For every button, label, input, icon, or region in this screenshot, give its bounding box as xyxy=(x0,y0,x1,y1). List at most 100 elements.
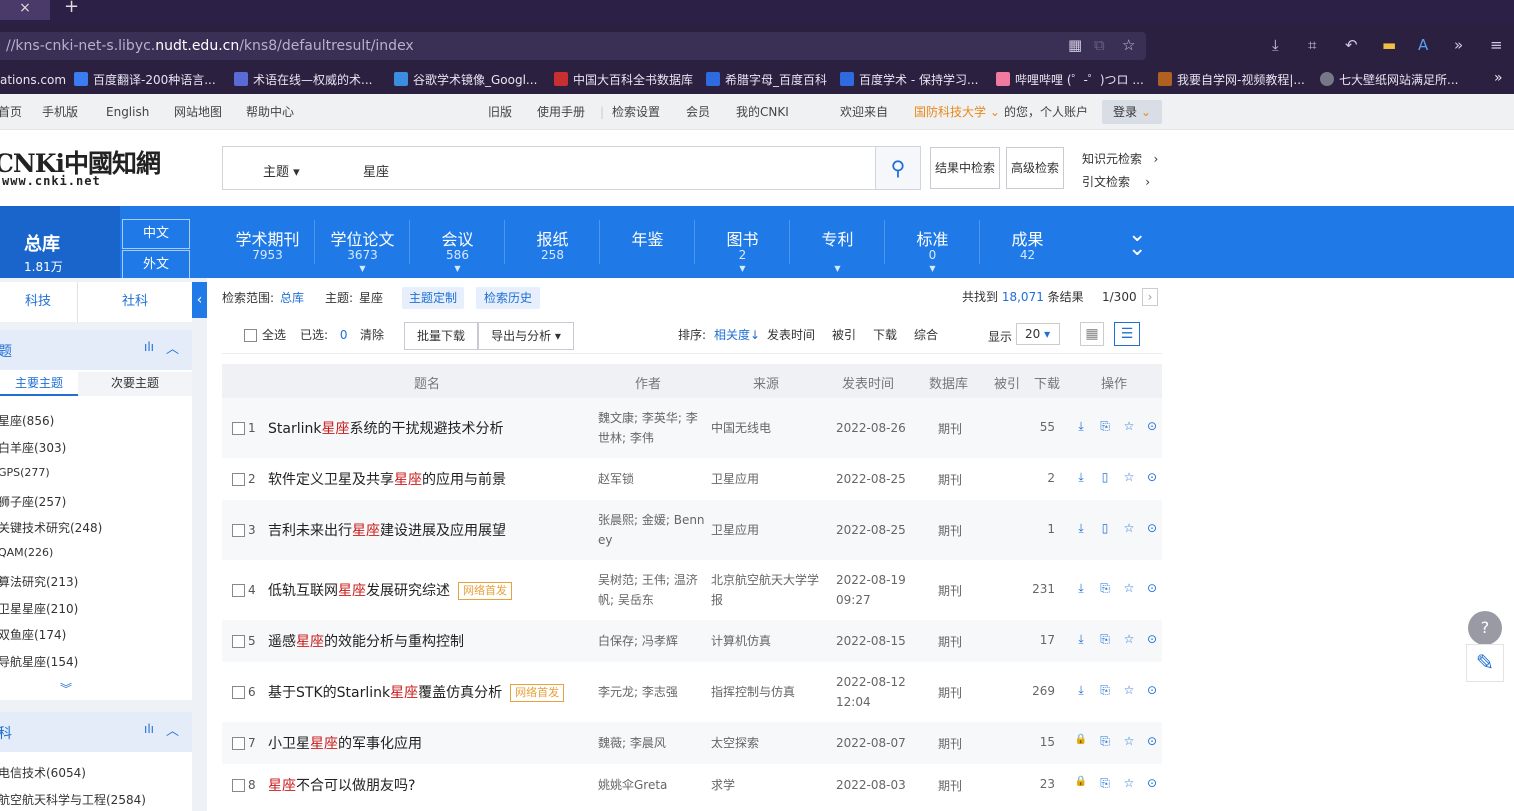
result-title-link[interactable]: Starlink星座系统的干扰规避技术分析 xyxy=(268,418,503,438)
cite-icon[interactable]: ⊙ xyxy=(1145,683,1159,697)
bookmark-item[interactable]: 百度翻译-200种语言... xyxy=(74,72,216,88)
authors[interactable]: 魏文康; 李英华; 李世林; 李伟 xyxy=(598,408,708,448)
url-input[interactable]: //kns-cnki-net-s.libyc.nudt.edu.cn/kns8/… xyxy=(0,32,1146,60)
row-checkbox[interactable] xyxy=(232,473,245,486)
grid-view-icon[interactable]: ▦ xyxy=(1080,322,1104,346)
authors[interactable]: 赵军锁 xyxy=(598,469,708,489)
facet-option[interactable]: 航空航天科学与工程(2584) xyxy=(0,791,146,808)
search-history-button[interactable]: 检索历史 xyxy=(476,287,540,309)
facet-option[interactable]: GPS(277) xyxy=(0,466,50,479)
download-count[interactable]: 23 xyxy=(1030,777,1055,791)
tab-tech[interactable]: 科技 xyxy=(0,282,76,322)
facet-option[interactable]: 狮子座(257) xyxy=(0,493,66,510)
download-icon[interactable]: ⤓ xyxy=(1074,683,1088,698)
facet-option[interactable]: QAM(226) xyxy=(0,546,53,559)
search-field-select[interactable]: 主题 ▾ xyxy=(263,161,300,180)
tab-close-icon[interactable]: × xyxy=(0,0,50,20)
bookmark-item[interactable]: 百度学术 - 保持学习... xyxy=(840,72,978,88)
qr-code-icon[interactable]: ▦ xyxy=(1068,36,1082,54)
read-book-icon[interactable]: ▯ xyxy=(1098,470,1112,484)
cite-icon[interactable]: ⊙ xyxy=(1145,581,1159,595)
batch-download-button[interactable]: 批量下载 xyxy=(404,322,478,350)
favorite-star-icon[interactable]: ☆ xyxy=(1122,683,1136,697)
col-author[interactable]: 作者 xyxy=(635,373,661,392)
chart-icon[interactable]: ılı xyxy=(144,722,154,736)
lock-icon[interactable]: 🔒 xyxy=(1074,734,1088,745)
bookmark-item[interactable]: 我要自学网-视频教程|... xyxy=(1158,72,1305,88)
login-button[interactable]: 登录 ⌄ xyxy=(1102,100,1162,124)
row-checkbox[interactable] xyxy=(232,779,245,792)
next-page-icon[interactable]: › xyxy=(1142,288,1158,306)
category-patent[interactable]: 专利 ▼ xyxy=(790,206,885,278)
new-tab-button[interactable]: + xyxy=(64,0,79,17)
category-thesis[interactable]: 学位论文 3673 ▼ xyxy=(315,206,410,278)
list-view-icon[interactable]: ☰ xyxy=(1114,322,1140,346)
col-cited[interactable]: 被引 xyxy=(994,373,1020,392)
authors[interactable]: 白保存; 冯孝辉 xyxy=(598,631,708,651)
row-checkbox[interactable] xyxy=(232,686,245,699)
nav-my-cnki[interactable]: 我的CNKI xyxy=(736,104,789,120)
result-title-link[interactable]: 遥感星座的效能分析与重构控制 xyxy=(268,631,464,651)
category-newspaper[interactable]: 报纸 258 xyxy=(505,206,600,278)
cite-icon[interactable]: ⊙ xyxy=(1145,470,1159,484)
download-icon[interactable]: ⤓ xyxy=(1074,419,1088,434)
source-link[interactable]: 太空探索 xyxy=(711,733,831,753)
row-checkbox[interactable] xyxy=(232,737,245,750)
facet-option[interactable]: 算法研究(213) xyxy=(0,573,78,590)
sort-date[interactable]: 发表时间 xyxy=(767,327,815,343)
nav-manual[interactable]: 使用手册 xyxy=(537,104,585,120)
bookmark-item[interactable]: 中国大百科全书数据库 xyxy=(554,72,693,88)
html-read-icon[interactable]: ⎘ xyxy=(1098,581,1112,596)
clear-selection-link[interactable]: 清除 xyxy=(360,327,384,343)
row-checkbox[interactable] xyxy=(232,635,245,648)
category-journal[interactable]: 学术期刊 7953 xyxy=(220,206,315,278)
facet-option[interactable]: 卫星星座(210) xyxy=(0,600,78,617)
bookmark-item[interactable]: ations.com xyxy=(0,72,66,88)
lang-foreign-button[interactable]: 外文 xyxy=(122,250,190,280)
collapse-facet-icon[interactable]: ︿ xyxy=(166,338,179,357)
result-title-link[interactable]: 软件定义卫星及共享星座的应用与前景 xyxy=(268,469,506,489)
favorite-star-icon[interactable]: ☆ xyxy=(1122,632,1136,646)
download-count[interactable]: 15 xyxy=(1030,735,1055,749)
select-all-checkbox[interactable] xyxy=(244,329,257,342)
sort-relevance[interactable]: 相关度↓ xyxy=(714,327,760,343)
col-downloads[interactable]: 下载 xyxy=(1034,373,1060,392)
html-read-icon[interactable]: ⎘ xyxy=(1098,632,1112,647)
cite-icon[interactable]: ⊙ xyxy=(1145,632,1159,646)
download-count[interactable]: 17 xyxy=(1030,633,1055,647)
row-checkbox[interactable] xyxy=(232,422,245,435)
folder-icon[interactable]: ▬ xyxy=(1382,36,1396,54)
nav-settings[interactable]: 检索设置 xyxy=(612,104,660,120)
authors[interactable]: 李元龙; 李志强 xyxy=(598,682,708,702)
result-title-link[interactable]: 基于STK的Starlink星座覆盖仿真分析 网络首发 xyxy=(268,682,565,702)
download-icon[interactable]: ⤓ xyxy=(1074,581,1088,596)
favorite-star-icon[interactable]: ☆ xyxy=(1122,734,1136,748)
html-read-icon[interactable]: ⎘ xyxy=(1098,419,1112,434)
download-count[interactable]: 231 xyxy=(1030,582,1055,596)
result-title-link[interactable]: 星座不合可以做朋友吗? xyxy=(268,775,415,795)
source-link[interactable]: 北京航空航天大学学报 xyxy=(711,570,831,610)
source-link[interactable]: 卫星应用 xyxy=(711,469,831,489)
facet-option[interactable]: 白羊座(303) xyxy=(0,439,66,456)
translate-icon[interactable]: ⧉ xyxy=(1094,36,1105,54)
expand-more-icon[interactable]: ︾ xyxy=(60,680,72,697)
cite-icon[interactable]: ⊙ xyxy=(1145,521,1159,535)
citation-search-link[interactable]: 引文检索 › xyxy=(1082,173,1150,190)
tab-secondary-topic[interactable]: 次要主题 xyxy=(78,372,192,396)
html-read-icon[interactable]: ⎘ xyxy=(1098,683,1112,698)
row-checkbox[interactable] xyxy=(232,584,245,597)
search-in-results-button[interactable]: 结果中检索 xyxy=(930,147,1000,189)
download-count[interactable]: 55 xyxy=(1030,420,1055,434)
translate-page-icon[interactable]: A xyxy=(1418,36,1428,54)
source-link[interactable]: 卫星应用 xyxy=(711,520,831,540)
nav-english[interactable]: English xyxy=(106,104,149,120)
knowledge-search-link[interactable]: 知识元检索 › xyxy=(1082,150,1158,167)
search-button[interactable]: ⚲ xyxy=(875,146,921,190)
favorite-star-icon[interactable]: ☆ xyxy=(1122,521,1136,535)
category-total[interactable]: 总库 1.81万 xyxy=(0,206,120,278)
facet-option[interactable]: 星座(856) xyxy=(0,412,54,429)
col-title[interactable]: 题名 xyxy=(414,373,440,392)
more-extensions-icon[interactable]: » xyxy=(1454,36,1463,54)
collapse-panel-icon[interactable]: ‹ xyxy=(192,282,207,318)
lang-chinese-button[interactable]: 中文 xyxy=(122,219,190,249)
